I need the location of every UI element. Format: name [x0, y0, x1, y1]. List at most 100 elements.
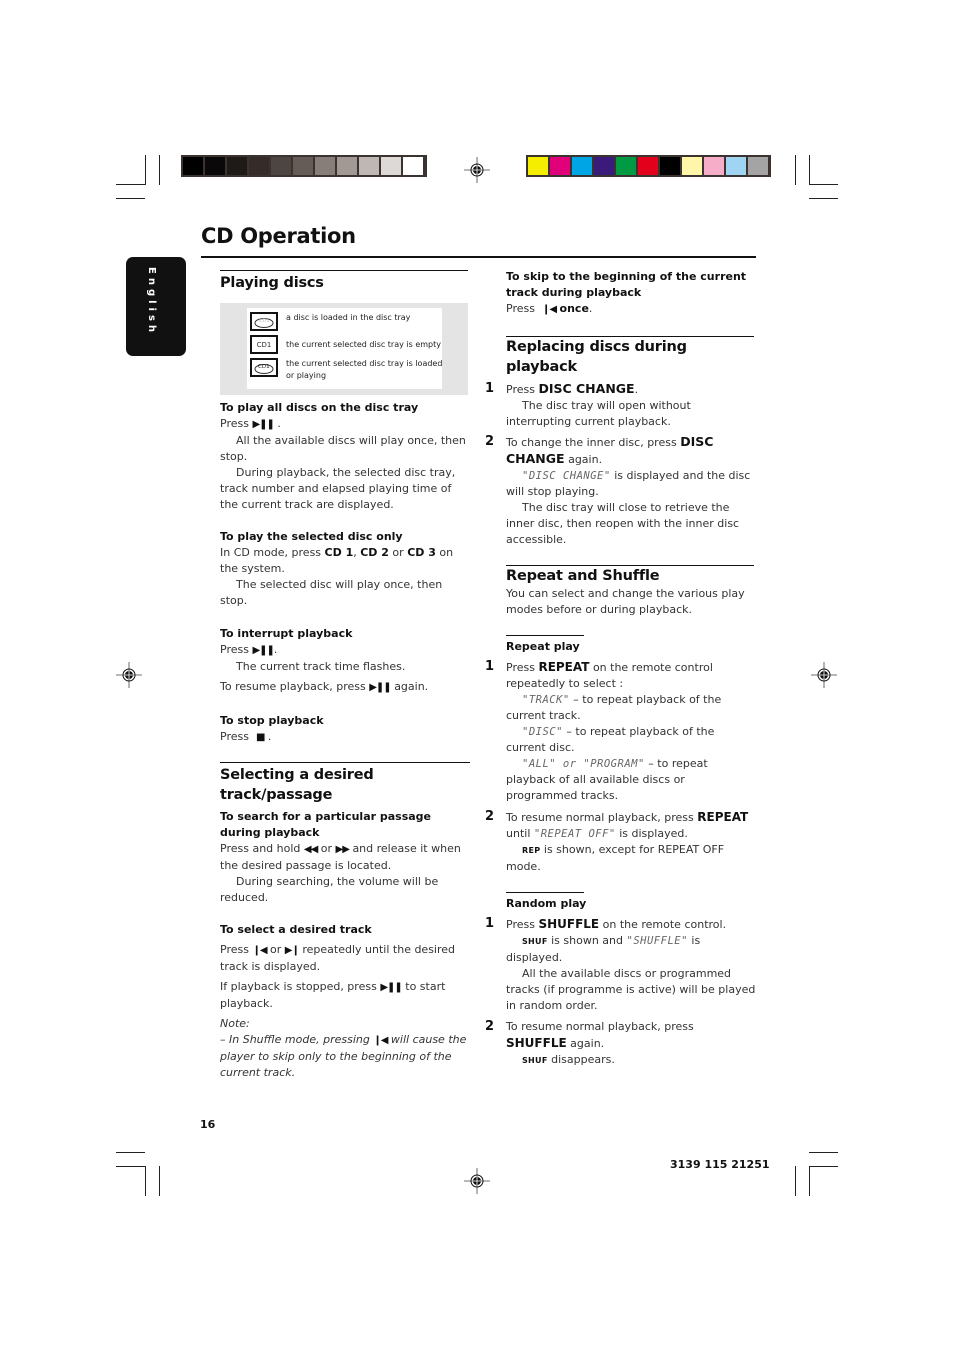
document-code: 3139 115 21251 — [670, 1158, 770, 1171]
language-tab: English — [126, 257, 186, 356]
play-pause-icon: ▶❚❚ — [369, 682, 391, 693]
legend-text: the current selected disc tray is empty — [286, 340, 441, 349]
color-swatch — [315, 157, 335, 175]
step-number: 2 — [485, 809, 495, 824]
subsection-divider — [506, 892, 584, 893]
disc-tray-playing-icon: CD1 — [250, 358, 278, 377]
repeat-option: "ALL" or "PROGRAM" – to repeat playback … — [506, 757, 708, 802]
shuf-indicator: SHUF — [522, 937, 548, 946]
description: The disc tray will close to retrieve the… — [506, 501, 740, 546]
step: 2 To resume normal playback, press REPEA… — [485, 809, 749, 873]
step: 1 Press SHUFFLE on the remote control. S… — [485, 916, 756, 1012]
subheading-play-all: To play all discs on the disc tray — [220, 401, 419, 414]
color-swatch — [183, 157, 203, 175]
step: 2 To change the inner disc, press DISC C… — [485, 434, 756, 548]
disc-loaded-icon: CD1 — [250, 312, 278, 331]
color-swatch — [616, 157, 636, 175]
color-swatch — [359, 157, 379, 175]
svg-text:CD1: CD1 — [259, 318, 270, 324]
subheading-skip: To skip to the beginning of the current … — [506, 270, 747, 299]
left-column-body: To play all discs on the disc tray Press… — [220, 400, 470, 1081]
play-pause-icon: ▶❚❚ — [252, 419, 274, 430]
lcd-display-text: "REPEAT OFF" — [533, 828, 616, 840]
page-title: CD Operation — [201, 224, 356, 248]
step-number: 2 — [485, 1019, 495, 1034]
description: During searching, the volume will be red… — [220, 875, 439, 904]
color-swatch — [572, 157, 592, 175]
legend-row: CD1 a disc is loaded in the disc tray — [250, 312, 446, 331]
rewind-icon: ◀◀ — [303, 844, 318, 855]
repeat-option: "DISC" – to repeat playback of the curre… — [506, 725, 715, 754]
instruction: In CD mode, press CD 1, CD 2 or CD 3 on … — [220, 546, 454, 575]
color-swatch — [748, 157, 768, 175]
note-text: – In Shuffle mode, pressing ❙◀ will caus… — [220, 1033, 467, 1079]
color-swatch — [726, 157, 746, 175]
crosshair-target-icon — [464, 1168, 490, 1194]
left-column: Playing discs — [220, 270, 468, 293]
shuf-indicator: SHUF — [522, 1056, 548, 1065]
subheading-interrupt: To interrupt playback — [220, 627, 353, 640]
instruction: Press and hold ◀◀ or ▶▶ and release it w… — [220, 842, 461, 872]
lcd-display-text: "ALL" or "PROGRAM" — [522, 758, 645, 770]
color-swatch — [403, 157, 423, 175]
step-number: 1 — [485, 659, 495, 674]
legend-text: the current selected disc tray is loaded… — [286, 359, 443, 380]
description: The current track time flashes. — [236, 660, 406, 673]
lcd-display-text: "SHUFFLE" — [626, 935, 688, 947]
crosshair-target-icon — [464, 157, 490, 183]
instruction: Press ❙◀ once. — [506, 302, 593, 315]
instruction: To resume playback, press ▶❚❚ again. — [220, 680, 429, 693]
color-swatch — [528, 157, 548, 175]
repeat-option: "TRACK" – to repeat playback of the curr… — [506, 693, 722, 722]
color-swatch — [227, 157, 247, 175]
lcd-display-text: "DISC CHANGE" — [522, 470, 611, 482]
language-label: English — [146, 267, 157, 337]
page-number: 16 — [200, 1118, 216, 1131]
color-swatch — [381, 157, 401, 175]
color-swatch — [682, 157, 702, 175]
subheading-select-track: To select a desired track — [220, 923, 372, 936]
previous-track-icon: ❙◀ — [252, 945, 267, 956]
instruction: Press ▶❚❚ . — [220, 417, 281, 430]
grayscale-calibration-bar — [181, 155, 427, 177]
subheading-random-play: Random play — [506, 897, 587, 910]
step: 2 To resume normal playback, press SHUFF… — [485, 1019, 694, 1066]
color-swatch — [249, 157, 269, 175]
subheading-play-selected: To play the selected disc only — [220, 530, 403, 543]
color-swatch — [293, 157, 313, 175]
color-swatch — [638, 157, 658, 175]
rep-indicator: REP — [522, 846, 541, 855]
color-swatch — [704, 157, 724, 175]
subheading-repeat-play: Repeat play — [506, 640, 580, 653]
previous-track-icon: ❙◀ — [373, 1035, 388, 1046]
instruction: Press ❙◀ or ▶❙ repeatedly until the desi… — [220, 943, 456, 973]
lcd-display-text: "TRACK" — [522, 694, 570, 706]
subheading-search: To search for a particular passage durin… — [220, 810, 432, 839]
step-number: 1 — [485, 916, 495, 931]
description: All the available discs will play once, … — [220, 434, 466, 463]
note-label: Note: — [220, 1017, 250, 1030]
instruction: Press ▶❚❚. — [220, 643, 278, 656]
color-swatch — [205, 157, 225, 175]
description: During playback, the selected disc tray,… — [220, 466, 456, 511]
color-swatch — [550, 157, 570, 175]
section-heading-repeat-shuffle: Repeat and Shuffle — [506, 568, 660, 584]
next-track-icon: ▶❙ — [284, 945, 300, 956]
description: The disc tray will open without interrup… — [506, 399, 691, 428]
intro-text: You can select and change the various pl… — [506, 587, 745, 616]
color-swatch — [337, 157, 357, 175]
color-calibration-bar — [526, 155, 771, 177]
legend-text: a disc is loaded in the disc tray — [286, 313, 411, 322]
description: All the available discs or programmed tr… — [506, 967, 756, 1012]
section-divider — [220, 762, 470, 763]
title-divider — [201, 256, 756, 258]
fast-forward-icon: ▶▶ — [335, 844, 350, 855]
legend-row: CD1 the current selected disc tray is em… — [250, 335, 446, 354]
crosshair-target-icon — [116, 662, 142, 688]
disc-status-legend: CD1 a disc is loaded in the disc tray CD… — [220, 303, 468, 395]
subheading-stop: To stop playback — [220, 714, 324, 727]
stop-icon: ■ — [255, 732, 266, 743]
step-number: 2 — [485, 434, 495, 449]
section-heading-selecting: Selecting a desired track/passage — [220, 767, 374, 803]
step: 1 Press REPEAT on the remote control rep… — [485, 659, 756, 804]
